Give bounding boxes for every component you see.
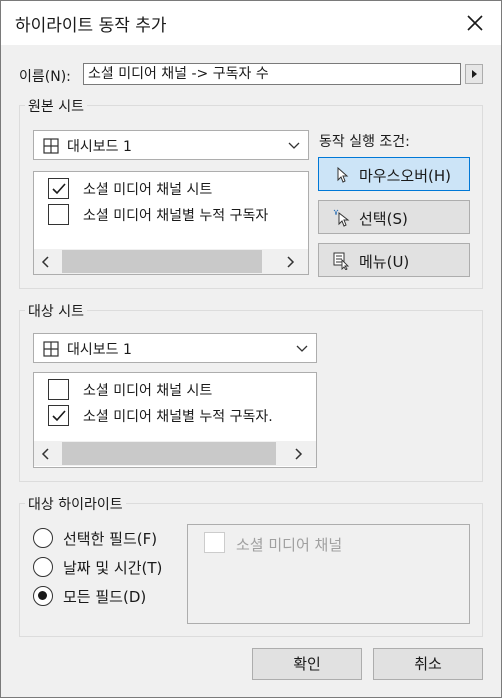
scroll-right-icon[interactable] [294, 447, 304, 461]
radio-selected-fields[interactable] [33, 528, 53, 548]
field-list: 소셜 미디어 채널 [187, 524, 470, 624]
checkbox-disabled [204, 532, 225, 553]
checkmark-icon [52, 183, 66, 195]
list-item[interactable]: 소셜 미디어 채널별 누적 구독자. [34, 403, 316, 427]
list-item-label: 소셜 미디어 채널별 누적 구독자 [83, 208, 269, 224]
radio-selected-fields-label[interactable]: 선택한 필드(F) [63, 528, 157, 549]
horizontal-scrollbar[interactable] [34, 249, 308, 274]
chevron-down-icon [288, 142, 300, 149]
scrollbar-thumb[interactable] [62, 250, 262, 273]
radio-date-time-label[interactable]: 날짜 및 시간(T) [63, 557, 162, 578]
menu-icon [333, 252, 350, 270]
close-icon[interactable] [463, 11, 487, 35]
scroll-left-icon[interactable] [40, 255, 50, 269]
select-button-label: 선택(S) [359, 210, 408, 228]
name-input[interactable]: 소셜 미디어 채널 -> 구독자 수 [83, 63, 461, 85]
chevron-down-icon [296, 345, 308, 352]
source-dashboard-dropdown[interactable]: 대시보드 1 [33, 130, 309, 160]
dialog-title: 하이라이트 동작 추가 [15, 16, 167, 36]
target-sheet-list: 소셜 미디어 채널 시트 소셜 미디어 채널별 누적 구독자. [33, 372, 317, 468]
horizontal-scrollbar[interactable] [34, 441, 316, 466]
dialog: 하이라이트 동작 추가 이름(N): 소셜 미디어 채널 -> 구독자 수 원본… [0, 0, 502, 698]
list-item-label: 소셜 미디어 채널 시트 [83, 383, 213, 399]
name-insert-button[interactable] [465, 64, 483, 84]
list-item[interactable]: 소셜 미디어 채널 시트 [34, 377, 316, 401]
triangle-right-icon [472, 70, 477, 78]
scroll-right-icon[interactable] [286, 255, 296, 269]
dashboard-icon [43, 341, 59, 357]
list-item[interactable]: 소셜 미디어 채널 시트 [34, 176, 308, 200]
hover-button-label: 마우스오버(H) [359, 167, 451, 185]
checkbox[interactable] [48, 405, 69, 426]
name-label: 이름(N): [19, 69, 71, 85]
scroll-left-icon[interactable] [40, 447, 50, 461]
radio-dot [38, 591, 47, 600]
radio-all-fields[interactable] [33, 586, 53, 606]
checkmark-icon [52, 410, 66, 422]
checkbox[interactable] [48, 379, 69, 400]
source-sheet-list: 소셜 미디어 채널 시트 소셜 미디어 채널별 누적 구독자 [33, 171, 309, 275]
ok-button[interactable]: 확인 [252, 648, 362, 680]
source-group-label: 원본 시트 [25, 96, 87, 116]
run-condition-label: 동작 실행 조건: [319, 134, 410, 150]
highlight-group-label: 대상 하이라이트 [25, 494, 126, 514]
target-dashboard-dropdown[interactable]: 대시보드 1 [33, 333, 317, 363]
pointer-icon [337, 166, 349, 183]
scrollbar-thumb[interactable] [62, 442, 276, 465]
menu-button[interactable]: 메뉴(U) [318, 243, 470, 277]
list-item[interactable]: 소셜 미디어 채널별 누적 구독자 [34, 202, 308, 226]
select-button[interactable]: 선택(S) [318, 200, 470, 234]
target-group-label: 대상 시트 [25, 301, 87, 321]
checkbox[interactable] [48, 204, 69, 225]
field-list-item-label: 소셜 미디어 채널 [236, 536, 343, 554]
checkbox[interactable] [48, 178, 69, 199]
radio-all-fields-label[interactable]: 모든 필드(D) [63, 586, 146, 607]
menu-button-label: 메뉴(U) [359, 253, 410, 271]
hover-button[interactable]: 마우스오버(H) [318, 157, 470, 191]
radio-date-time[interactable] [33, 557, 53, 577]
select-click-icon [333, 209, 350, 227]
list-item-label: 소셜 미디어 채널 시트 [83, 182, 213, 198]
list-item-label: 소셜 미디어 채널별 누적 구독자. [83, 409, 273, 425]
title-bar: 하이라이트 동작 추가 [1, 1, 501, 45]
target-dashboard-value: 대시보드 1 [67, 342, 132, 358]
cancel-button[interactable]: 취소 [373, 648, 483, 680]
source-dashboard-value: 대시보드 1 [67, 139, 132, 155]
dashboard-icon [43, 138, 59, 154]
